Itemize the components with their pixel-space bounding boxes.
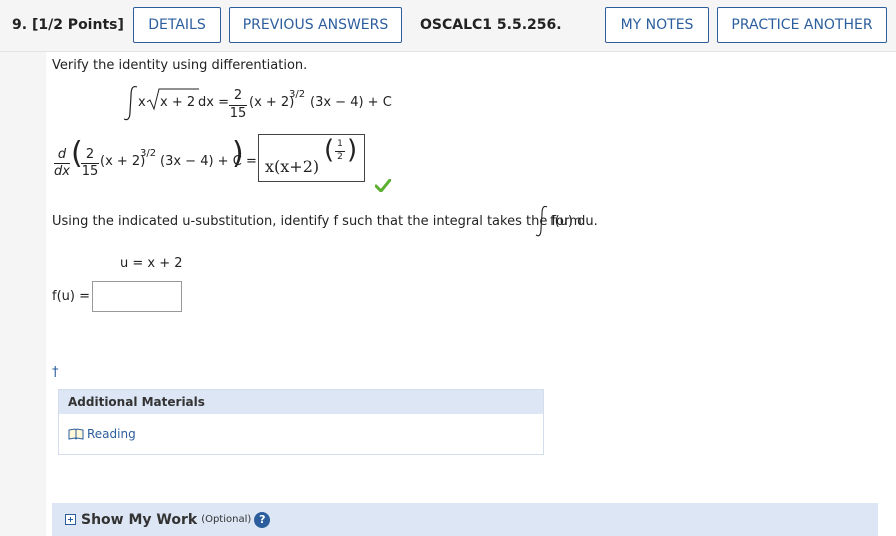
left-gutter bbox=[0, 52, 46, 536]
rhs-base: (x + 2) bbox=[249, 95, 295, 110]
rhs-exponent: 3/2 bbox=[289, 89, 306, 100]
problem-code: OSCALC1 5.5.256. bbox=[420, 17, 562, 33]
deriv-inner-tail: (3x − 4) + C bbox=[160, 154, 242, 169]
reading-link[interactable]: Reading bbox=[68, 427, 136, 441]
equals-sign: = bbox=[246, 154, 257, 169]
show-my-work-bar[interactable]: Show My Work (Optional) ? bbox=[52, 503, 878, 536]
answer-exp-num: 1 bbox=[337, 139, 343, 149]
integral-sign-small-icon bbox=[535, 205, 548, 237]
details-button[interactable]: DETAILS bbox=[133, 7, 221, 43]
integral-form: f(u) du. bbox=[550, 214, 598, 229]
expand-plus-icon[interactable] bbox=[65, 514, 76, 525]
d-numerator: d bbox=[57, 147, 67, 162]
additional-materials-heading: Additional Materials bbox=[59, 390, 543, 414]
coef-numerator: 2 bbox=[233, 88, 243, 103]
my-notes-button[interactable]: MY NOTES bbox=[605, 7, 709, 43]
rhs-tail: (3x − 4) + C bbox=[310, 95, 392, 110]
practice-another-button[interactable]: PRACTICE ANOTHER bbox=[717, 7, 887, 43]
answer-exp-den: 2 bbox=[337, 152, 343, 162]
show-my-work-label: Show My Work bbox=[81, 511, 198, 528]
substitution-prompt: Using the indicated u-substitution, iden… bbox=[52, 214, 582, 229]
dx-equals: dx = bbox=[198, 95, 229, 110]
instruction-text: Verify the identity using differentiatio… bbox=[52, 58, 308, 73]
help-icon[interactable]: ? bbox=[254, 511, 271, 528]
deriv-coef-den: 15 bbox=[81, 164, 99, 179]
reading-label: Reading bbox=[87, 427, 136, 441]
d-denominator: dx bbox=[54, 164, 70, 179]
substitution-definition: u = x + 2 bbox=[120, 256, 183, 271]
fu-label: f(u) = bbox=[52, 289, 90, 304]
coef-denominator: 15 bbox=[229, 106, 247, 121]
footnote-dagger: † bbox=[52, 365, 59, 380]
deriv-inner-base: (x + 2) bbox=[100, 154, 146, 169]
question-number: 9. [1/2 Points] bbox=[12, 17, 124, 33]
correct-check-icon bbox=[375, 179, 391, 192]
answer-box[interactable]: x(x+2) ( 1 2 ) bbox=[258, 134, 365, 182]
deriv-inner-exponent: 3/2 bbox=[140, 148, 157, 159]
radicand: x + 2 bbox=[160, 95, 196, 110]
deriv-coef-num: 2 bbox=[85, 147, 95, 162]
question-header: 9. [1/2 Points] DETAILS PREVIOUS ANSWERS… bbox=[0, 0, 896, 52]
fu-input[interactable] bbox=[92, 281, 182, 312]
book-icon bbox=[68, 428, 84, 440]
previous-answers-button[interactable]: PREVIOUS ANSWERS bbox=[229, 7, 402, 43]
answer-expression: x(x+2) bbox=[265, 157, 320, 176]
integrand-x: x bbox=[138, 95, 146, 110]
optional-label: (Optional) bbox=[201, 514, 252, 525]
right-paren: ) bbox=[232, 136, 244, 171]
additional-materials-panel: Additional Materials Reading bbox=[58, 389, 544, 455]
